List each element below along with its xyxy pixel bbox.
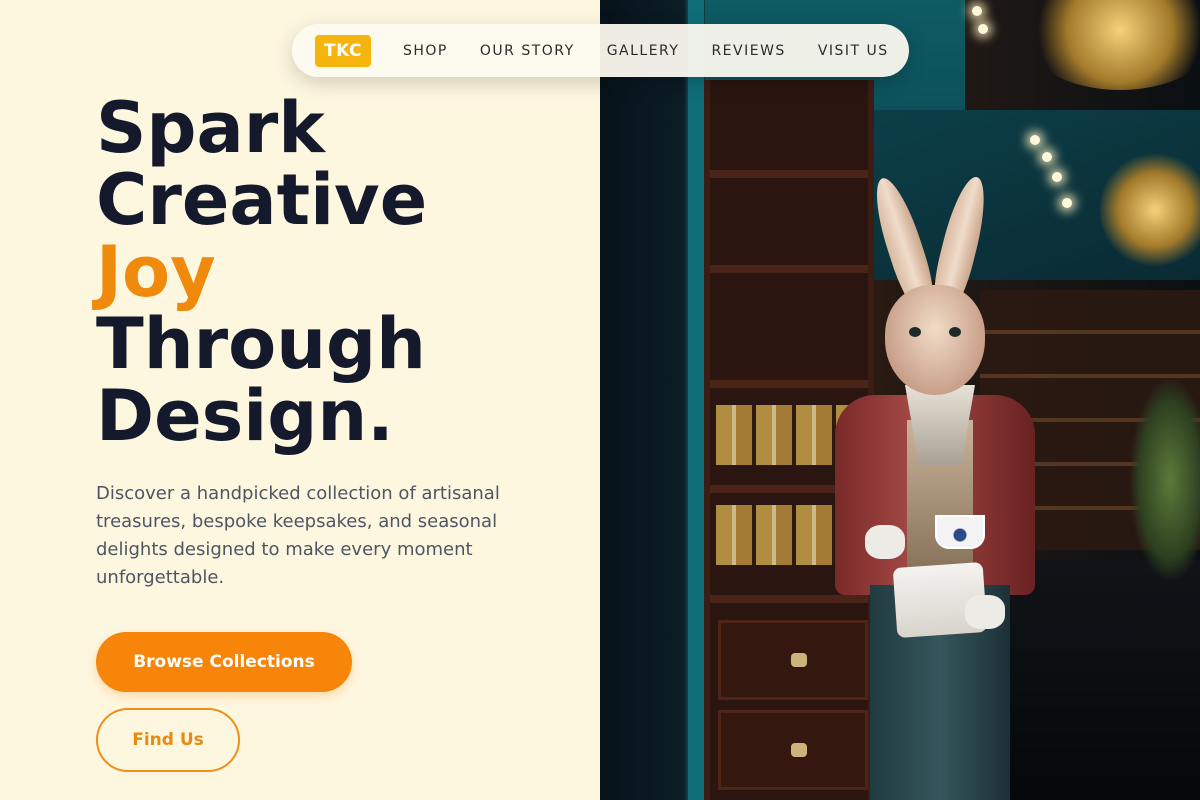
nav-link-our-story[interactable]: OUR STORY <box>464 43 591 59</box>
nav-links: SHOP OUR STORY GALLERY REVIEWS VISIT US <box>387 43 905 59</box>
rabbit-statue <box>815 172 1045 800</box>
hero-title-accent: Joy <box>96 231 216 313</box>
chandelier <box>1100 150 1200 270</box>
top-nav: TKC SHOP OUR STORY GALLERY REVIEWS VISIT… <box>292 24 909 77</box>
nav-link-gallery[interactable]: GALLERY <box>591 43 696 59</box>
find-us-button[interactable]: Find Us <box>96 708 240 772</box>
hero-title-line2: Creative <box>96 159 428 241</box>
hero-title-line5: Design. <box>96 375 394 457</box>
nav-link-reviews[interactable]: REVIEWS <box>695 43 801 59</box>
hero-title-line4: Through <box>96 303 426 385</box>
hero-title-line1: Spark <box>96 87 325 169</box>
browse-collections-button[interactable]: Browse Collections <box>96 632 352 692</box>
hero-description: Discover a handpicked collection of arti… <box>96 483 500 588</box>
hero-title: Spark Creative Joy Through Design. <box>96 92 427 452</box>
hero-image <box>600 0 1200 800</box>
nav-link-shop[interactable]: SHOP <box>387 43 464 59</box>
logo[interactable]: TKC <box>315 34 371 67</box>
nav-link-visit-us[interactable]: VISIT US <box>802 43 905 59</box>
chandelier <box>1020 0 1200 90</box>
